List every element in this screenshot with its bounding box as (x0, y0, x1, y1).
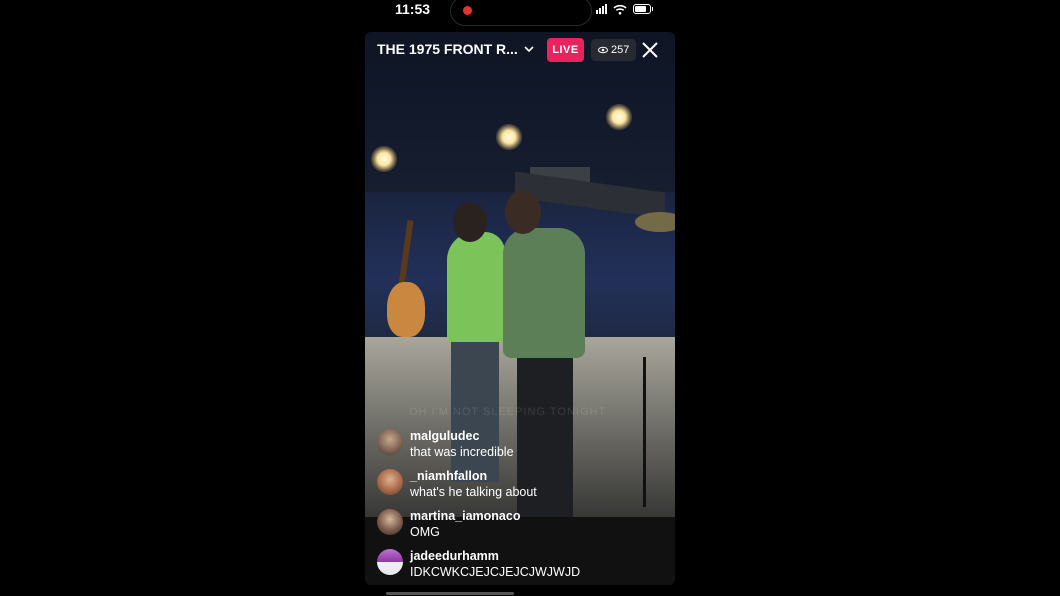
close-icon[interactable] (640, 40, 660, 60)
comment-item: martina_iamonaco OMG (377, 508, 667, 548)
comment-message: IDKCWKCJEJCJEJCJWJWJD (410, 565, 581, 579)
status-icons (596, 3, 653, 15)
chevron-down-icon[interactable] (523, 43, 535, 55)
video-overlay-text: OH I'M NOT SLEEPING TONIGHT (409, 406, 607, 418)
signal-icon (596, 4, 607, 14)
comment-username[interactable]: _niamhfallon (410, 468, 537, 484)
stream-header: THE 1975 FRONT R... LIVE 257 (365, 32, 675, 68)
comment-username[interactable]: martina_iamonaco (410, 508, 520, 524)
recording-indicator-icon (463, 6, 472, 15)
live-video[interactable]: OH I'M NOT SLEEPING TONIGHT THE 1975 FRO… (365, 32, 675, 585)
avatar[interactable] (377, 469, 403, 495)
home-indicator (386, 592, 514, 595)
avatar[interactable] (377, 509, 403, 535)
avatar[interactable] (377, 549, 403, 575)
wifi-icon (613, 4, 627, 14)
comment-item: malguludec that was incredible (377, 428, 667, 468)
comment-message: what's he talking about (410, 485, 537, 499)
dynamic-island (450, 0, 592, 26)
viewer-count-value: 257 (611, 44, 630, 56)
eye-icon (598, 46, 608, 54)
avatar[interactable] (377, 429, 403, 455)
stream-title[interactable]: THE 1975 FRONT R... (377, 41, 518, 57)
comment-message: OMG (410, 525, 440, 539)
comment-item: jadeedurhamm IDKCWKCJEJCJEJCJWJWJD (377, 548, 667, 585)
comment-username[interactable]: jadeedurhamm (410, 548, 580, 564)
status-time: 11:53 (395, 1, 431, 17)
battery-icon (633, 4, 653, 14)
live-badge: LIVE (547, 38, 584, 62)
comments-list: malguludec that was incredible _niamhfal… (377, 428, 667, 585)
comment-message: that was incredible (410, 445, 514, 459)
comment-item: _niamhfallon what's he talking about (377, 468, 667, 508)
comment-username[interactable]: malguludec (410, 428, 514, 444)
viewer-count: 257 (591, 39, 637, 61)
